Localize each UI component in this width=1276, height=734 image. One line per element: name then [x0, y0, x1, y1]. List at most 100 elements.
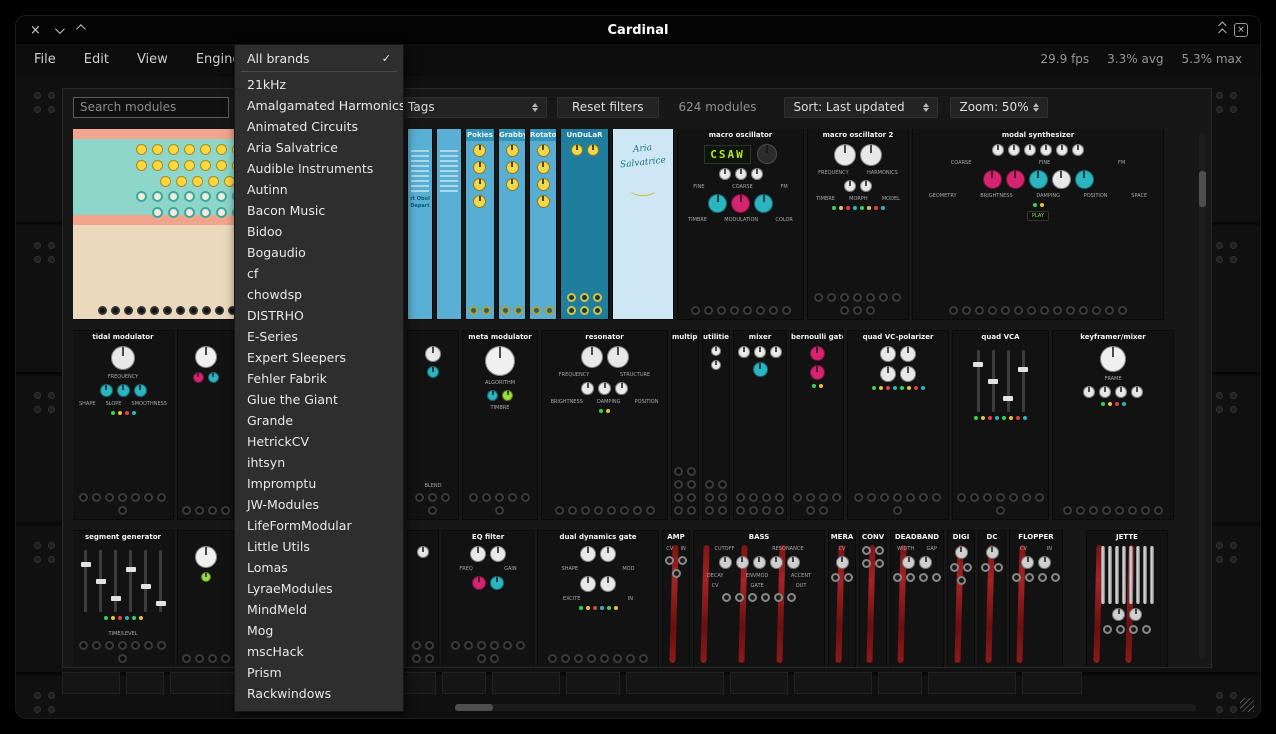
brand-menu-item[interactable]: chowdsp — [235, 284, 403, 305]
jack-icon — [806, 506, 815, 515]
performance-stats: 29.9 fps 3.3% avg 5.3% max — [1041, 52, 1242, 66]
menubar-item-file[interactable]: File — [34, 52, 56, 67]
slider-handle — [1018, 367, 1028, 372]
brand-menu-item[interactable]: LyraeModules — [235, 578, 403, 599]
slider-handle — [126, 567, 136, 572]
module-tile-macro-oscillator[interactable]: macro oscillatorCSAWFINECOARSEFMTIMBREMO… — [678, 129, 803, 319]
module-tile[interactable] — [178, 331, 233, 519]
module-tile-quad-vc-polarizer[interactable]: quad VC-polarizer — [848, 331, 948, 519]
sort-select[interactable]: Sort: Last updated — [784, 97, 938, 118]
close-box-icon[interactable]: × — [1234, 23, 1248, 37]
brand-menu-item[interactable]: Fehler Fabrik — [235, 368, 403, 389]
module-tile-dc[interactable]: DC — [979, 531, 1005, 667]
chevron-up-icon[interactable] — [76, 24, 86, 34]
brand-menu-item[interactable]: cf — [235, 263, 403, 284]
brand-menu-item[interactable]: Little Utils — [235, 536, 403, 557]
module-tile-undular[interactable]: UnDuLaR — [561, 129, 608, 319]
brand-menu-item[interactable]: DISTRHO — [235, 305, 403, 326]
module-tile-conv[interactable]: CONV — [860, 531, 886, 667]
brand-menu-item[interactable]: Impromptu — [235, 473, 403, 494]
brand-menu-item[interactable]: Rackwindows — [235, 683, 403, 704]
cpu-avg-stat: 3.3% avg — [1107, 52, 1163, 66]
brand-menu-item[interactable]: Prism — [235, 662, 403, 683]
module-tile[interactable] — [178, 531, 233, 667]
module-tile-pokies[interactable]: Pokies — [466, 129, 494, 319]
module-tile-macro-oscillator-2[interactable]: macro oscillator 2FREQUENCYHARMONICSTIMB… — [808, 129, 908, 319]
brand-menu-item[interactable]: ihtsyn — [235, 452, 403, 473]
search-input[interactable] — [73, 97, 229, 118]
module-tile-modal-synthesizer[interactable]: modal synthesizerCOARSEFINEFMGEOMETRYBRI… — [913, 129, 1163, 319]
module-tile-bernoulli-gate[interactable]: bernoulli gate — [791, 331, 843, 519]
module-tile-grabby[interactable]: Grabby — [499, 129, 525, 319]
module-tile-digi[interactable]: DIGI — [948, 531, 974, 667]
module-body — [178, 344, 233, 519]
jack-icon — [735, 593, 744, 602]
module-tile-deadband[interactable]: DEADBANDWIDTHGAP — [891, 531, 943, 667]
brand-menu-item[interactable]: All brands✓ — [235, 48, 403, 69]
brand-menu-item[interactable]: LifeFormModular — [235, 515, 403, 536]
brand-menu-item[interactable]: Glue the Giant — [235, 389, 403, 410]
module-tile-flopper[interactable]: FLOPPERCVIN — [1010, 531, 1062, 667]
horizontal-scrollbar-thumb[interactable] — [455, 704, 493, 711]
module-tile-meta-modulator[interactable]: meta modulatorALGORITHMTIMBRE — [463, 331, 537, 519]
brand-menu-item[interactable]: Mog — [235, 620, 403, 641]
brand-menu-item[interactable]: Lomas — [235, 557, 403, 578]
jack-icon — [722, 593, 731, 602]
module-tile-rotatoes[interactable]: Rotatoes — [530, 129, 556, 319]
reset-filters-button[interactable]: Reset filters — [557, 97, 659, 118]
module-tile[interactable] — [408, 531, 438, 667]
brand-menu-item[interactable]: MindMeld — [235, 599, 403, 620]
brand-menu-item[interactable]: Amalgamated Harmonics — [235, 95, 403, 116]
screw-icon — [34, 392, 41, 399]
brand-menu-item[interactable]: E-Series — [235, 326, 403, 347]
module-tile-bass[interactable]: BASSCUTOFFRESONANCEDECAYENVMODACCENTCVGA… — [694, 531, 824, 667]
module-tile-segment-generator[interactable]: segment generatorTIME/LEVEL — [73, 531, 173, 667]
close-window-icon[interactable]: × — [30, 24, 41, 37]
module-tile-dual-dynamics-gate[interactable]: dual dynamics gateSHAPEMODEXCITEIN — [538, 531, 658, 667]
brand-menu-item[interactable]: JW-Modules — [235, 494, 403, 515]
brand-menu-item[interactable]: HetrickCV — [235, 431, 403, 452]
menubar-item-view[interactable]: View — [137, 52, 168, 67]
module-tile-tidal-modulator[interactable]: tidal modulatorFREQUENCYSHAPESLOPESMOOTH… — [73, 331, 173, 519]
brand-menu-item[interactable]: Bogaudio — [235, 242, 403, 263]
brand-menu-item[interactable]: Autinn — [235, 179, 403, 200]
module-tile-multiples[interactable]: multiples — [672, 331, 698, 519]
zoom-select[interactable]: Zoom: 50% — [950, 97, 1048, 118]
brand-menu-item[interactable]: Grande — [235, 410, 403, 431]
module-tile-jette[interactable]: JETTE — [1087, 531, 1167, 667]
module-tile-utilities[interactable]: utilities — [703, 331, 729, 519]
brand-menu-item[interactable]: Aria Salvatrice — [235, 137, 403, 158]
tags-filter-select[interactable]: Tags — [399, 97, 547, 118]
brand-menu-item[interactable]: Animated Circuits — [235, 116, 403, 137]
brand-menu-item[interactable]: Expert Sleepers — [235, 347, 403, 368]
module-tile[interactable]: rt ObolDepart — [408, 129, 432, 319]
vertical-scrollbar-thumb[interactable] — [1199, 171, 1206, 207]
led-icon — [586, 606, 590, 610]
brand-menu-item[interactable]: 21kHz — [235, 74, 403, 95]
module-tile-mera[interactable]: MERACV — [829, 531, 855, 667]
knob-pointer — [907, 347, 909, 353]
module-name: BASS — [694, 531, 824, 543]
brand-menu-item[interactable]: mscHack — [235, 641, 403, 662]
module-tile-quad-vca[interactable]: quad VCA — [953, 331, 1048, 519]
module-tile[interactable]: BLEND — [408, 331, 458, 519]
module-tile[interactable]: AriaSalvatrice — [613, 129, 673, 319]
menubar-item-edit[interactable]: Edit — [84, 52, 109, 67]
horizontal-scrollbar[interactable] — [455, 704, 1196, 711]
module-tile-keyframer-mixer[interactable]: keyframer/mixerFRAME — [1053, 331, 1173, 519]
label-row: rt ObolDepart — [409, 196, 430, 209]
brand-menu-item[interactable]: Audible Instruments — [235, 158, 403, 179]
module-tile-resonator[interactable]: resonatorFREQUENCYSTRUCTUREBRIGHTNESSDAM… — [542, 331, 667, 519]
chevron-down-icon[interactable] — [55, 24, 65, 34]
brand-menu-item[interactable]: Bidoo — [235, 221, 403, 242]
module-tile-eq-filter[interactable]: EQ filterFREQGAIN — [443, 531, 533, 667]
module-tile-mixer[interactable]: mixer — [734, 331, 786, 519]
module-tile-amp[interactable]: AMPCVIN — [663, 531, 689, 667]
led-icon — [995, 416, 999, 420]
panel-button[interactable]: PLAY — [1027, 211, 1049, 221]
brand-menu-item[interactable]: Bacon Music — [235, 200, 403, 221]
module-tile[interactable] — [437, 129, 461, 319]
keep-above-icon[interactable] — [1218, 24, 1224, 37]
vertical-scrollbar[interactable] — [1199, 133, 1206, 659]
resize-grip[interactable] — [1240, 698, 1254, 712]
